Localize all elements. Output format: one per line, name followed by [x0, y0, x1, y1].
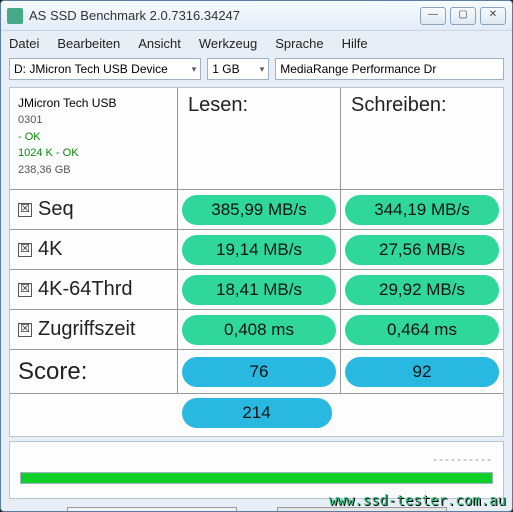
menu-edit[interactable]: Bearbeiten [57, 36, 120, 51]
checkbox-4k[interactable]: ☒ [18, 243, 32, 257]
progress-bar [20, 472, 493, 484]
label-access: Zugriffszeit [38, 318, 135, 341]
menubar: Datei Bearbeiten Ansicht Werkzeug Sprach… [1, 31, 512, 55]
device-firmware: 0301 [18, 112, 169, 129]
device-status-1: - OK [18, 129, 169, 146]
header-write: Schreiben: [341, 88, 503, 189]
close-button[interactable]: ✕ [480, 7, 506, 25]
label-4k: 4K [38, 238, 62, 261]
row-4k: ☒ 4K 19,14 MB/s 27,56 MB/s [10, 230, 503, 270]
start-button[interactable]: Start [67, 507, 237, 512]
info-row: JMicron Tech USB 0301 - OK 1024 K - OK 2… [10, 88, 503, 190]
toolbar: D: JMicron Tech USB Device ▾ 1 GB ▾ Medi… [1, 55, 512, 83]
checkbox-access[interactable]: ☒ [18, 323, 32, 337]
label-seq: Seq [38, 198, 74, 221]
menu-file[interactable]: Datei [9, 36, 39, 51]
label-4k64: 4K-64Thrd [38, 278, 133, 301]
results-panel: JMicron Tech USB 0301 - OK 1024 K - OK 2… [9, 87, 504, 437]
menu-language[interactable]: Sprache [275, 36, 323, 51]
progress-block: ---------- [9, 441, 504, 499]
score-read: 76 [182, 357, 336, 387]
seq-write-value: 344,19 MB/s [345, 195, 499, 225]
checkbox-4k64[interactable]: ☒ [18, 283, 32, 297]
menu-view[interactable]: Ansicht [138, 36, 181, 51]
row-4k64: ☒ 4K-64Thrd 18,41 MB/s 29,92 MB/s [10, 270, 503, 310]
size-select[interactable]: 1 GB ▾ [207, 58, 269, 80]
app-window: AS SSD Benchmark 2.0.7316.34247 — ▢ ✕ Da… [0, 0, 513, 512]
score-write: 92 [345, 357, 499, 387]
row-seq-label-cell: ☒ Seq [10, 190, 178, 229]
window-buttons: — ▢ ✕ [420, 7, 506, 25]
score-label: Score: [10, 350, 178, 393]
watermark: www.ssd-tester.com.au [329, 493, 506, 509]
device-name: JMicron Tech USB [18, 94, 169, 112]
description-value: MediaRange Performance Dr [280, 62, 436, 76]
status-dots: ---------- [20, 452, 493, 466]
device-info: JMicron Tech USB 0301 - OK 1024 K - OK 2… [10, 88, 178, 189]
seq-read-value: 385,99 MB/s [182, 195, 336, 225]
score-total-row: 214 [10, 394, 503, 436]
acc-read-value: 0,408 ms [182, 315, 336, 345]
score-total: 214 [182, 398, 332, 428]
menu-help[interactable]: Hilfe [342, 36, 368, 51]
row-seq: ☒ Seq 385,99 MB/s 344,19 MB/s [10, 190, 503, 230]
maximize-button[interactable]: ▢ [450, 7, 476, 25]
device-capacity: 238,36 GB [18, 162, 169, 179]
k64-write-value: 29,92 MB/s [345, 275, 499, 305]
score-row: Score: 76 92 [10, 350, 503, 394]
window-title: AS SSD Benchmark 2.0.7316.34247 [29, 8, 420, 23]
k4-write-value: 27,56 MB/s [345, 235, 499, 265]
device-status-2: 1024 K - OK [18, 145, 169, 162]
chevron-down-icon: ▾ [192, 64, 197, 75]
row-4k64-label-cell: ☒ 4K-64Thrd [10, 270, 178, 309]
k64-read-value: 18,41 MB/s [182, 275, 336, 305]
k4-read-value: 19,14 MB/s [182, 235, 336, 265]
header-read: Lesen: [178, 88, 341, 189]
minimize-button[interactable]: — [420, 7, 446, 25]
device-select[interactable]: D: JMicron Tech USB Device ▾ [9, 58, 201, 80]
row-4k-label-cell: ☒ 4K [10, 230, 178, 269]
acc-write-value: 0,464 ms [345, 315, 499, 345]
row-access: ☒ Zugriffszeit 0,408 ms 0,464 ms [10, 310, 503, 350]
app-icon [7, 8, 23, 24]
chevron-down-icon: ▾ [260, 64, 265, 75]
size-select-value: 1 GB [212, 62, 239, 76]
device-select-value: D: JMicron Tech USB Device [14, 62, 168, 76]
description-field[interactable]: MediaRange Performance Dr [275, 58, 504, 80]
titlebar: AS SSD Benchmark 2.0.7316.34247 — ▢ ✕ [1, 1, 512, 31]
checkbox-seq[interactable]: ☒ [18, 203, 32, 217]
menu-tools[interactable]: Werkzeug [199, 36, 257, 51]
row-access-label-cell: ☒ Zugriffszeit [10, 310, 178, 349]
